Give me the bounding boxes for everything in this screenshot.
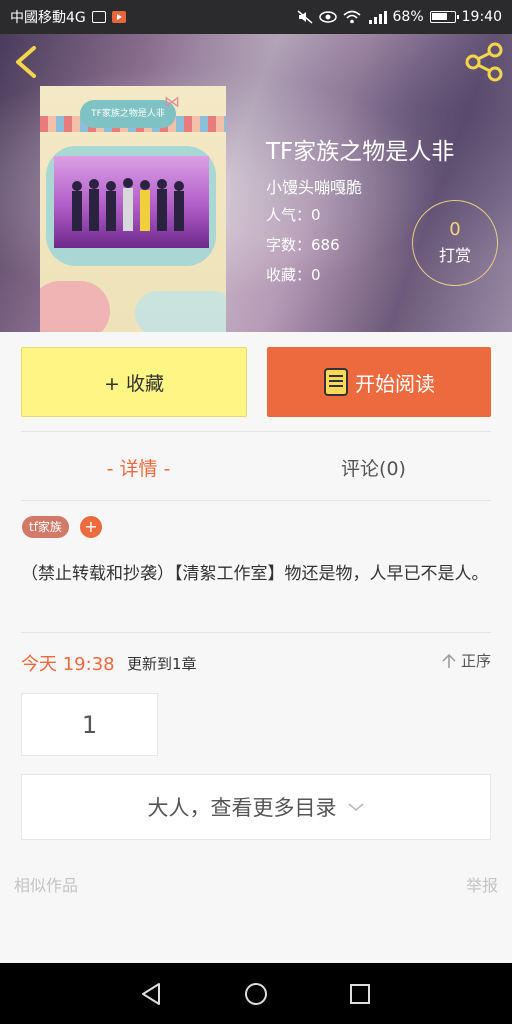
nav-back-icon[interactable] xyxy=(139,981,165,1007)
wifi-icon xyxy=(342,10,361,24)
carrier-label: 中國移動4G xyxy=(10,10,86,26)
book-author[interactable]: 小馒头嘣嘎脆 xyxy=(266,174,362,198)
video-notification-icon xyxy=(111,11,126,23)
popularity-label: 人气： xyxy=(266,206,312,224)
clock: 19:40 xyxy=(461,9,502,25)
word-count-value: 686 xyxy=(311,236,340,254)
word-count-label: 字数： xyxy=(266,236,312,254)
cover-cloud-decoration xyxy=(135,291,226,332)
more-toc-button[interactable]: 大人，查看更多目录 xyxy=(21,774,491,840)
arrow-up-icon xyxy=(442,653,456,668)
mute-icon xyxy=(297,10,313,24)
divider xyxy=(21,500,491,501)
similar-works-link[interactable]: 相似作品 xyxy=(14,872,78,896)
book-icon xyxy=(324,368,348,396)
report-link[interactable]: 举报 xyxy=(466,872,498,896)
share-icon[interactable] xyxy=(464,42,504,82)
tip-label: 打赏 xyxy=(438,246,471,265)
popularity-stat: 人气：0 xyxy=(266,204,321,225)
eye-icon xyxy=(318,11,337,23)
chapter-item[interactable]: 1 xyxy=(21,693,158,756)
book-title: TF家族之物是人非 xyxy=(266,139,455,165)
cover-title: TF家族之物是人非 xyxy=(80,100,176,128)
book-header: TF家族之物是人非 ⋈ TF家族之物是人非 小馒头嘣嘎脆 人气：0 字数：686… xyxy=(0,34,512,332)
tab-detail[interactable]: - 详情 - xyxy=(21,443,256,491)
bow-icon: ⋈ xyxy=(164,92,180,111)
more-toc-label: 大人，查看更多目录 xyxy=(147,796,337,820)
sort-order-button[interactable]: 正序 xyxy=(441,650,491,671)
book-cover[interactable]: TF家族之物是人非 ⋈ xyxy=(40,86,226,332)
tip-count: 0 xyxy=(449,219,461,240)
start-reading-button[interactable]: 开始阅读 xyxy=(267,347,491,417)
add-tag-button[interactable]: + xyxy=(80,516,102,538)
chevron-down-icon xyxy=(347,803,364,812)
update-chapter: 更新到1章 xyxy=(127,655,197,673)
tip-button[interactable]: 0 打赏 xyxy=(412,200,498,286)
cover-group-photo xyxy=(72,178,184,231)
image-notification-icon xyxy=(91,11,106,23)
nav-home-icon[interactable] xyxy=(243,981,269,1007)
popularity-value: 0 xyxy=(311,206,321,224)
status-left: 中國移動4G xyxy=(10,7,126,27)
back-arrow-icon[interactable] xyxy=(10,42,46,82)
divider xyxy=(21,632,491,633)
favorites-value: 0 xyxy=(311,266,321,284)
word-count-stat: 字数：686 xyxy=(266,234,340,255)
nav-recents-icon[interactable] xyxy=(347,981,373,1007)
start-reading-label: 开始阅读 xyxy=(355,371,435,396)
system-nav-bar xyxy=(0,963,512,1024)
battery-icon xyxy=(429,11,459,23)
status-bar: 中國移動4G 68% 19:40 xyxy=(0,0,512,34)
cover-heart-decoration xyxy=(40,281,110,332)
sort-order-label: 正序 xyxy=(460,652,491,670)
battery-percent: 68% xyxy=(392,9,424,25)
divider xyxy=(21,431,491,432)
signal-icon xyxy=(368,11,387,24)
book-description: （禁止转载和抄袭）【清絮工作室】物还是物，人早已不是人。 xyxy=(21,564,489,584)
favorites-stat: 收藏：0 xyxy=(266,264,321,285)
tag-chip[interactable]: tf家族 xyxy=(22,516,69,538)
favorites-label: 收藏： xyxy=(266,266,312,284)
update-time: 今天 19:38 xyxy=(21,654,115,675)
status-right: 68% 19:40 xyxy=(297,9,502,25)
favorite-button[interactable]: + 收藏 xyxy=(21,347,247,417)
tab-comments[interactable]: 评论(0) xyxy=(256,443,491,491)
